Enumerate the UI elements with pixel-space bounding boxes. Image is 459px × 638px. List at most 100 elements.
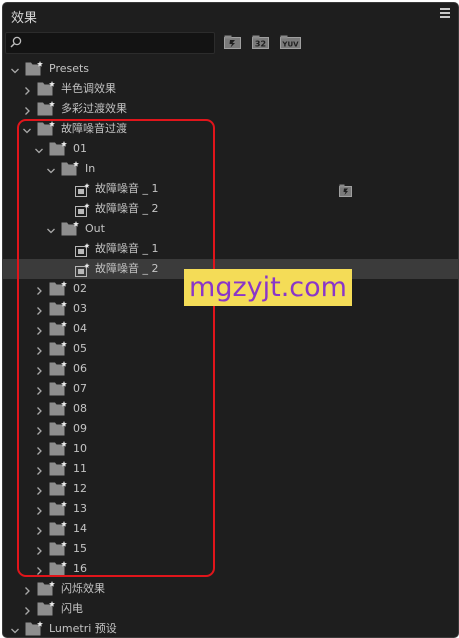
chevron-down-icon[interactable]: [33, 142, 45, 154]
preset-folder-icon: [37, 601, 56, 616]
folder-row[interactable]: 15: [3, 539, 458, 559]
tree-item-label: 13: [73, 502, 87, 515]
search-box[interactable]: [5, 32, 215, 54]
folder-row[interactable]: 07: [3, 379, 458, 399]
chevron-right-icon[interactable]: [21, 602, 33, 615]
tree-item-label: 14: [73, 522, 87, 535]
preset-folder-icon: [49, 281, 68, 296]
tree-item-label: 09: [73, 422, 87, 435]
preset-folder-icon: [61, 221, 80, 236]
preset-folder-icon: [49, 141, 68, 156]
panel-title: 效果: [11, 11, 38, 26]
folder-row[interactable]: 01: [3, 139, 458, 159]
preset-folder-icon: [49, 521, 68, 536]
folder-row[interactable]: 08: [3, 399, 458, 419]
tree-item-label: Presets: [49, 62, 90, 75]
folder-row[interactable]: 12: [3, 479, 458, 499]
preset-folder-icon: [37, 81, 56, 96]
tree-item-label: 07: [73, 382, 87, 395]
search-input[interactable]: [28, 34, 208, 50]
chevron-right-icon[interactable]: [33, 302, 45, 315]
folder-row[interactable]: 10: [3, 439, 458, 459]
preset-icon: [75, 262, 90, 277]
chevron-right-icon[interactable]: [33, 362, 45, 375]
chevron-right-icon[interactable]: [33, 482, 45, 495]
chevron-down-icon[interactable]: [9, 622, 21, 634]
chevron-right-icon[interactable]: [21, 102, 33, 115]
folder-row[interactable]: 13: [3, 499, 458, 519]
folder-row[interactable]: 04: [3, 319, 458, 339]
preset-folder-icon: [37, 101, 56, 116]
chevron-right-icon[interactable]: [21, 582, 33, 595]
folder-row[interactable]: Out: [3, 219, 458, 239]
chevron-down-icon[interactable]: [21, 122, 33, 134]
preset-icon: [75, 202, 90, 217]
panel-menu-icon[interactable]: [440, 8, 450, 20]
yuv-effects-icon: YUV: [280, 35, 301, 49]
preset-folder-icon: [25, 621, 44, 636]
chevron-right-icon[interactable]: [33, 402, 45, 415]
preset-folder-icon: [49, 301, 68, 316]
32-bit-filter-button[interactable]: 32: [252, 35, 270, 50]
accelerated-effects-filter-button[interactable]: [224, 35, 242, 50]
chevron-right-icon[interactable]: [33, 342, 45, 355]
folder-row[interactable]: Presets: [3, 59, 458, 79]
chevron-right-icon[interactable]: [33, 542, 45, 555]
preset-row[interactable]: 故障噪音 _ 1: [3, 239, 458, 259]
preset-folder-icon: [37, 581, 56, 596]
folder-row[interactable]: 故障噪音过渡: [3, 119, 458, 139]
preset-folder-icon: [49, 321, 68, 336]
svg-text:32: 32: [255, 40, 266, 49]
preset-folder-icon: [49, 401, 68, 416]
preset-row[interactable]: 故障噪音 _ 1: [3, 179, 458, 199]
chevron-right-icon[interactable]: [33, 442, 45, 455]
tree-item-label: 05: [73, 342, 87, 355]
svg-text:YUV: YUV: [281, 41, 299, 49]
chevron-down-icon[interactable]: [45, 162, 57, 174]
chevron-right-icon[interactable]: [33, 322, 45, 335]
tree-item-label: 04: [73, 322, 87, 335]
tree-item-label: 10: [73, 442, 87, 455]
chevron-right-icon[interactable]: [33, 282, 45, 295]
search-icon: [10, 36, 22, 48]
tree-item-label: 06: [73, 362, 87, 375]
folder-row[interactable]: 14: [3, 519, 458, 539]
yuv-filter-button[interactable]: YUV: [280, 35, 302, 50]
folder-row[interactable]: 多彩过渡效果: [3, 99, 458, 119]
chevron-right-icon[interactable]: [33, 422, 45, 435]
preset-folder-icon: [37, 121, 56, 136]
tree-item-label: Out: [85, 222, 105, 235]
chevron-right-icon[interactable]: [33, 522, 45, 535]
folder-row[interactable]: 11: [3, 459, 458, 479]
folder-row[interactable]: 05: [3, 339, 458, 359]
chevron-right-icon[interactable]: [33, 462, 45, 475]
tree-item-label: 01: [73, 142, 87, 155]
preset-row[interactable]: 故障噪音 _ 2: [3, 199, 458, 219]
preset-folder-icon: [49, 541, 68, 556]
preset-folder-icon: [49, 501, 68, 516]
tree-item-label: 多彩过渡效果: [61, 102, 127, 115]
effects-panel: 效果 32 YUV Presets 半色调效果 多彩过渡效果 故障噪音过渡 01…: [2, 2, 459, 638]
chevron-right-icon[interactable]: [33, 562, 45, 575]
search-row: 32 YUV: [3, 31, 458, 55]
tree-item-label: 故障噪音过渡: [61, 122, 127, 135]
tree-item-label: 11: [73, 462, 87, 475]
folder-row[interactable]: In: [3, 159, 458, 179]
chevron-right-icon[interactable]: [21, 82, 33, 95]
folder-row[interactable]: Lumetri 预设: [3, 619, 458, 637]
folder-row[interactable]: 09: [3, 419, 458, 439]
folder-row[interactable]: 16: [3, 559, 458, 579]
folder-row[interactable]: 半色调效果: [3, 79, 458, 99]
chevron-down-icon[interactable]: [9, 62, 21, 74]
tree-item-label: 故障噪音 _ 2: [95, 262, 159, 275]
folder-row[interactable]: 06: [3, 359, 458, 379]
chevron-down-icon[interactable]: [45, 222, 57, 234]
folder-row[interactable]: 闪烁效果: [3, 579, 458, 599]
preset-folder-icon: [49, 461, 68, 476]
preset-icon: [75, 242, 90, 257]
preset-folder-icon: [49, 421, 68, 436]
chevron-right-icon[interactable]: [33, 382, 45, 395]
folder-row[interactable]: 闪电: [3, 599, 458, 619]
chevron-right-icon[interactable]: [33, 502, 45, 515]
tree-item-label: 闪烁效果: [61, 582, 105, 595]
